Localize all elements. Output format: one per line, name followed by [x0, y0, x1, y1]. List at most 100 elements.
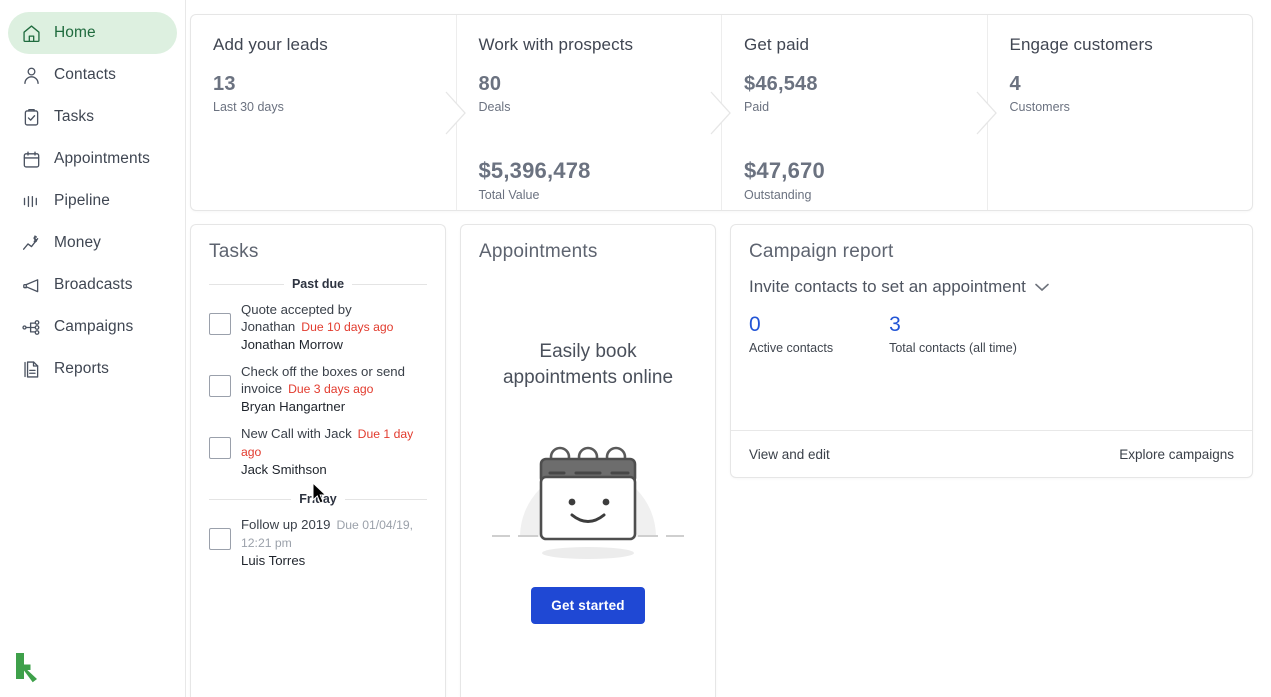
sidebar-item-home[interactable]: Home [8, 12, 177, 54]
kpi-secondary-metric: $5,396,478 Total Value [479, 158, 700, 202]
task-details: Quote accepted by Jonathan Due 10 days ag… [241, 301, 433, 353]
sidebar-item-label: Home [54, 24, 96, 42]
kpi-primary-value: 13 [213, 73, 236, 95]
task-row[interactable]: Quote accepted by Jonathan Due 10 days ag… [209, 301, 433, 353]
task-checkbox[interactable] [209, 528, 231, 550]
sidebar-item-label: Pipeline [54, 192, 110, 210]
sidebar-item-reports[interactable]: Reports [8, 348, 177, 390]
sidebar-item-contacts[interactable]: Contacts [8, 54, 177, 96]
campaign-stat: 0 Active contacts [749, 313, 833, 355]
task-checkbox[interactable] [209, 437, 231, 459]
clipboard-check-icon [18, 106, 44, 128]
sidebar-item-label: Campaigns [54, 318, 134, 336]
sidebar-item-appointments[interactable]: Appointments [8, 138, 177, 180]
kpi-card-title: Add your leads [213, 35, 328, 54]
keap-logo [12, 649, 46, 683]
task-row[interactable]: New Call with Jack Due 1 day ago Jack Smit… [209, 425, 433, 478]
sidebar: Home Contacts Tasks Appointments Pipeline Mon… [0, 0, 186, 697]
kpi-primary-metric: 80 Deals [479, 73, 700, 114]
kpi-card-work-with-prospects[interactable]: Work with prospects 80 Deals $5,396,478 Tota… [457, 15, 731, 210]
kpi-primary-value: 80 [478, 73, 502, 95]
campaign-stats: 0 Active contacts 3 Total contacts (all tim… [749, 313, 1234, 355]
kpi-primary-metric: 13 Last 30 days [213, 73, 434, 114]
kpi-primary-value: 4 [1009, 73, 1021, 95]
task-details: New Call with Jack Due 1 day ago Jack Smit… [241, 425, 433, 478]
task-group-label: Friday [299, 492, 337, 506]
kpi-step-chevron-icon [710, 91, 732, 135]
task-row[interactable]: Follow up 2019 Due 01/04/19, 12:21 pm Luis… [209, 516, 433, 569]
sidebar-item-label: Tasks [54, 108, 95, 126]
tasks-panel-title: Tasks [209, 241, 259, 262]
task-owner: Luis Torres [241, 553, 306, 568]
kpi-card-add-your-leads[interactable]: Add your leads 13 Last 30 days [191, 15, 466, 210]
task-group-label: Past due [291, 277, 345, 291]
get-started-button[interactable]: Get started [531, 587, 645, 624]
task-due-badge: Due 10 days ago [301, 320, 394, 334]
kpi-summary-strip: Add your leads 13 Last 30 days Work with p… [190, 14, 1253, 211]
sidebar-item-label: Appointments [54, 150, 150, 168]
kpi-card-title: Get paid [744, 35, 810, 54]
tasks-panel: Tasks Past due Quote accepted by Jonathan… [190, 224, 446, 697]
campaign-select[interactable]: Invite contacts to set an appointment [749, 277, 1049, 297]
sidebar-item-label: Contacts [54, 66, 116, 84]
kpi-primary-label: Deals [478, 100, 511, 114]
kpi-primary-label: Last 30 days [213, 100, 284, 114]
campaign-report-title: Campaign report [749, 241, 894, 262]
task-row[interactable]: Check off the boxes or send invoice Due 3… [209, 363, 433, 415]
task-title: New Call with Jack [241, 426, 352, 441]
task-title-line: Follow up 2019 Due 01/04/19, 12:21 pm [241, 516, 433, 552]
sidebar-item-label: Broadcasts [54, 276, 133, 294]
dashboard-lower-row: Tasks Past due Quote accepted by Jonathan… [190, 224, 1253, 697]
kpi-secondary-metric: $47,670 Outstanding [744, 158, 965, 202]
tasks-list: Past due Quote accepted by Jonathan Due 10… [191, 277, 445, 569]
task-details: Follow up 2019 Due 01/04/19, 12:21 pm Luis… [241, 516, 433, 569]
kpi-card-title: Work with prospects [478, 35, 634, 54]
megaphone-icon [18, 274, 44, 296]
calendar-smiley-illustration [461, 415, 715, 565]
sidebar-item-campaigns[interactable]: Campaigns [8, 306, 177, 348]
campaign-nodes-icon [18, 316, 44, 338]
view-and-edit-link[interactable]: View and edit [749, 447, 830, 462]
pipeline-bars-icon [18, 190, 44, 212]
appointments-panel-title: Appointments [479, 241, 598, 262]
campaign-report-body: Campaign report Invite contacts to set a… [731, 225, 1252, 430]
kpi-step-chevron-icon [976, 91, 998, 135]
task-title: Follow up 2019 [241, 517, 331, 532]
kpi-secondary-value: $47,670 [744, 158, 825, 183]
home-icon [18, 22, 44, 44]
sidebar-item-tasks[interactable]: Tasks [8, 96, 177, 138]
calendar-icon [18, 148, 44, 170]
task-group-header: Past due [209, 277, 428, 291]
money-chart-icon [18, 232, 44, 254]
chevron-down-icon [1035, 277, 1049, 297]
task-title-line: New Call with Jack Due 1 day ago [241, 425, 433, 461]
kpi-secondary-label: Total Value [478, 188, 540, 202]
task-checkbox[interactable] [209, 375, 231, 397]
task-title-line: Quote accepted by Jonathan Due 10 days ag… [241, 301, 433, 336]
campaign-stat-value: 0 [749, 313, 761, 336]
kpi-primary-value: $46,548 [744, 73, 818, 95]
task-checkbox[interactable] [209, 313, 231, 335]
kpi-card-get-paid[interactable]: Get paid $46,548 Paid $47,670 Outstanding [722, 15, 997, 210]
task-title-line: Check off the boxes or send invoice Due 3… [241, 363, 433, 398]
kpi-card-engage-customers[interactable]: Engage customers 4 Customers [988, 15, 1253, 210]
campaign-stat-label: Active contacts [749, 341, 834, 355]
task-owner: Bryan Hangartner [241, 399, 346, 414]
appointments-empty-title: Easily book appointments online [502, 341, 674, 388]
campaign-stat-label: Total contacts (all time) [889, 341, 1017, 355]
appointments-empty-state: Easily book appointments online Get star… [461, 263, 715, 624]
sidebar-item-label: Money [54, 234, 102, 252]
report-doc-icon [18, 358, 44, 380]
appointments-panel: Appointments Easily book appointments on… [460, 224, 716, 697]
kpi-card-title: Engage customers [1009, 35, 1153, 54]
sidebar-item-pipeline[interactable]: Pipeline [8, 180, 177, 222]
campaign-report-footer: View and edit Explore campaigns [731, 430, 1252, 477]
explore-campaigns-link[interactable]: Explore campaigns [1119, 447, 1234, 462]
sidebar-item-money[interactable]: Money [8, 222, 177, 264]
kpi-secondary-label: Outstanding [744, 188, 812, 202]
task-details: Check off the boxes or send invoice Due 3… [241, 363, 433, 415]
kpi-primary-metric: $46,548 Paid [744, 73, 965, 114]
sidebar-item-broadcasts[interactable]: Broadcasts [8, 264, 177, 306]
kpi-step-chevron-icon [445, 91, 467, 135]
campaign-select-value: Invite contacts to set an appointment [749, 277, 1026, 296]
